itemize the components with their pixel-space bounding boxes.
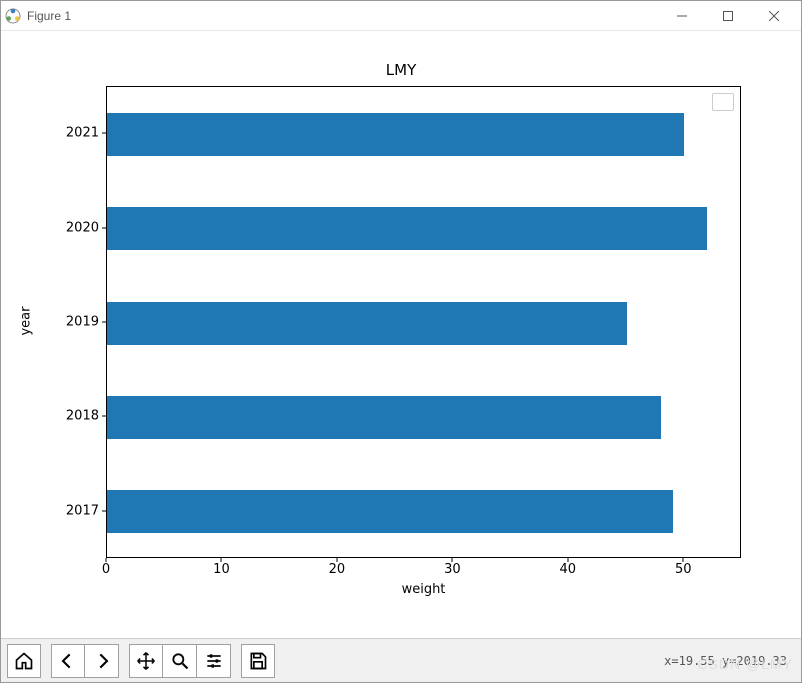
bar-2019 [107,302,627,345]
home-button[interactable] [7,644,41,678]
chart-title: LMY [1,61,801,79]
configure-button[interactable] [197,644,231,678]
pan-button[interactable] [129,644,163,678]
xtick-mark [336,558,337,562]
bar-2017 [107,490,673,533]
legend [712,93,734,111]
bar-2018 [107,396,661,439]
window-titlebar: Figure 1 [1,1,801,31]
xtick-mark [221,558,222,562]
xtick-label: 10 [213,562,230,577]
xtick-mark [452,558,453,562]
plot-canvas[interactable]: LMY year weight 2017 2018 2019 2020 2021 0 10… [1,31,801,638]
y-axis-label: year [19,306,34,335]
close-button[interactable] [751,1,797,31]
ytick-label: 2020 [59,220,99,235]
xtick-mark [106,558,107,562]
coord-status: x=19.55 y=2019.33 [664,654,795,668]
forward-button[interactable] [85,644,119,678]
ytick-mark [102,322,106,323]
window-title: Figure 1 [27,9,71,23]
xtick-mark [567,558,568,562]
ytick-mark [102,510,106,511]
xtick-label: 50 [675,562,692,577]
xtick-label: 30 [444,562,461,577]
xtick-label: 0 [102,562,110,577]
app-icon [5,8,21,24]
xtick-label: 20 [329,562,346,577]
xtick-label: 40 [560,562,577,577]
bar-2021 [107,113,684,156]
x-axis-label: weight [106,582,741,597]
ytick-label: 2017 [59,503,99,518]
toolbar: x=19.55 y=2019.33 [1,638,801,682]
ytick-mark [102,133,106,134]
ytick-label: 2021 [59,126,99,141]
ytick-label: 2018 [59,409,99,424]
axes [106,86,741,558]
ytick-mark [102,416,106,417]
bar-2020 [107,207,707,250]
back-button[interactable] [51,644,85,678]
save-button[interactable] [241,644,275,678]
zoom-button[interactable] [163,644,197,678]
minimize-button[interactable] [659,1,705,31]
ytick-mark [102,227,106,228]
maximize-button[interactable] [705,1,751,31]
xtick-mark [683,558,684,562]
ytick-label: 2019 [59,315,99,330]
